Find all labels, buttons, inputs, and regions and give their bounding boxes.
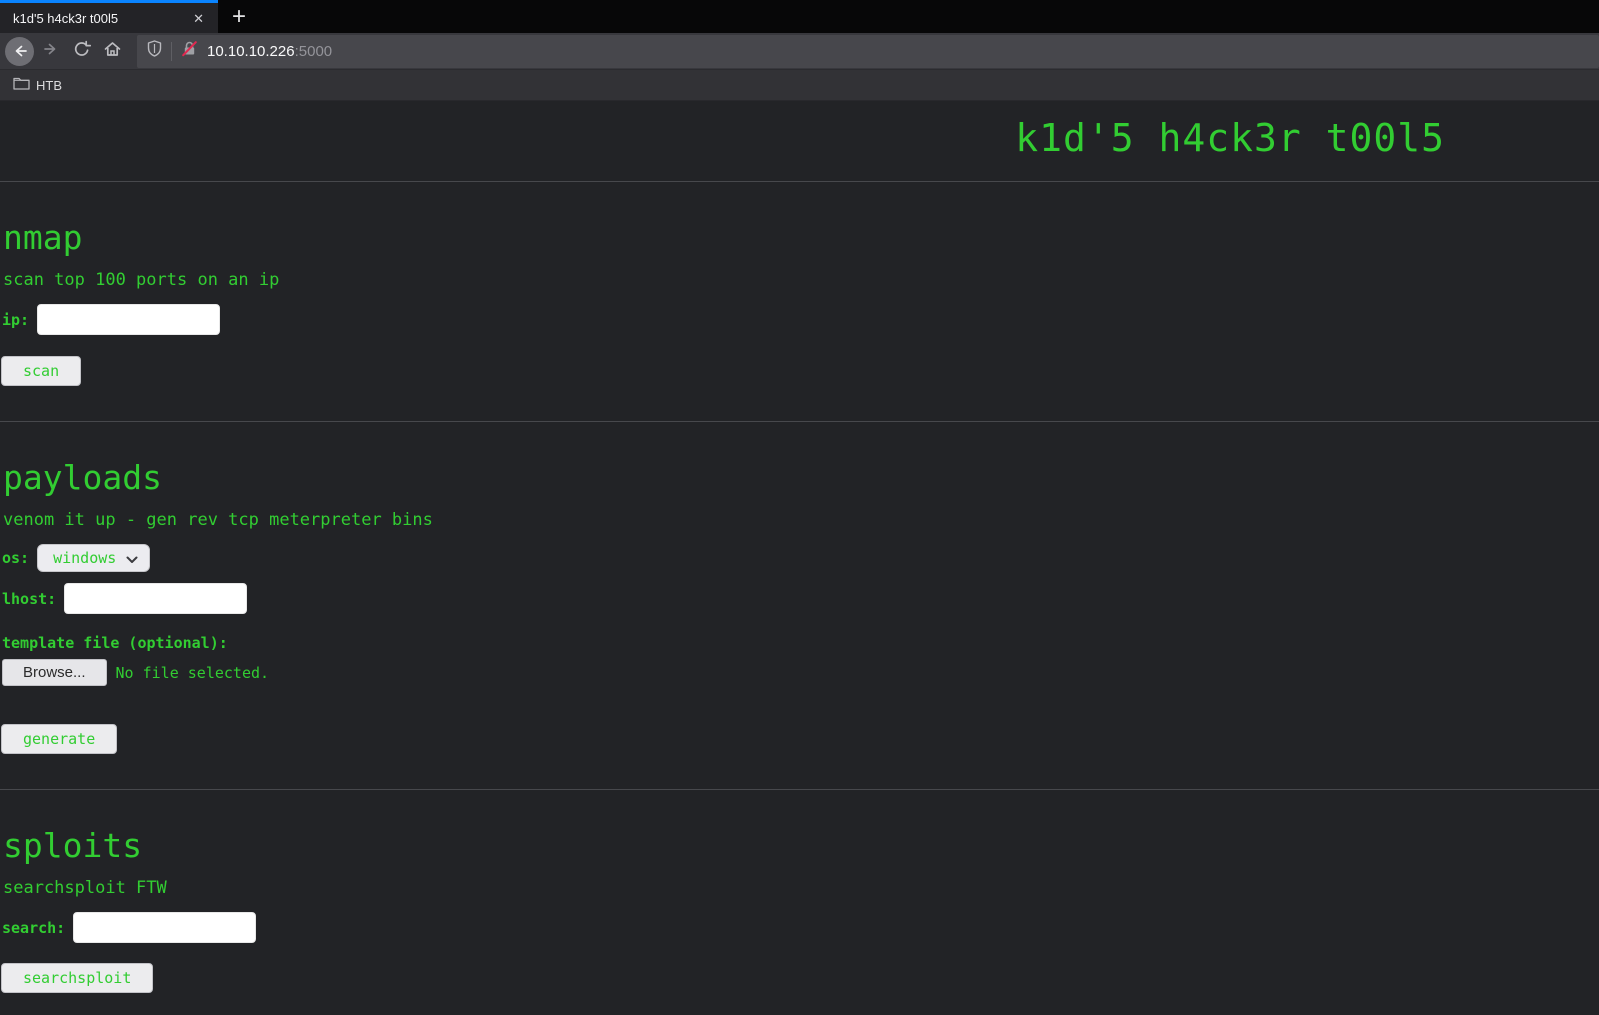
insecure-lock-icon[interactable] [181,40,198,62]
navigation-toolbar: 10.10.10.226 :5000 [0,33,1599,70]
lhost-input[interactable] [64,583,247,614]
search-input[interactable] [73,912,256,943]
bookmarks-toolbar: HTB [0,70,1599,101]
browse-button[interactable]: Browse... [2,659,107,686]
os-select[interactable]: windows [37,544,150,572]
template-file-row: Browse... No file selected. [2,659,1599,686]
scan-button-row: scan [1,356,1599,386]
sploits-subtitle: searchsploit FTW [3,878,1599,898]
template-file-label: template file (optional): [2,634,1599,652]
searchsploit-button-row: searchsploit [1,963,1599,993]
nmap-heading: nmap [3,218,1599,257]
os-selected-value: windows [53,549,116,567]
folder-icon [13,76,30,95]
search-label: search: [2,919,65,937]
nmap-section: nmap scan top 100 ports on an ip ip: sca… [0,218,1599,422]
reload-icon [73,40,91,62]
bookmark-label: HTB [36,78,62,93]
payloads-heading: payloads [3,458,1599,497]
reload-button[interactable] [66,36,97,67]
page-header: k1d'5 h4ck3r t00l5 [0,101,1599,182]
section-divider [0,789,1599,790]
lhost-label: lhost: [2,590,56,608]
generate-button-row: generate [1,724,1599,754]
forward-button[interactable] [35,36,66,67]
address-bar[interactable]: 10.10.10.226 :5000 [137,35,1599,68]
file-status-text: No file selected. [116,664,270,682]
os-row: os: windows [2,544,1599,572]
page-title: k1d'5 h4ck3r t00l5 [0,101,1599,160]
forward-icon [42,40,60,62]
lhost-row: lhost: [2,583,1599,614]
chevron-down-icon [126,549,138,568]
tab-title: k1d'5 h4ck3r t00l5 [0,11,190,26]
os-label: os: [2,549,29,567]
payloads-subtitle: venom it up - gen rev tcp meterpreter bi… [3,510,1599,530]
browser-tab[interactable]: k1d'5 h4ck3r t00l5 ✕ [0,0,218,33]
ip-label: ip: [2,311,29,329]
url-port: :5000 [295,43,333,60]
new-tab-button[interactable]: + [223,2,255,32]
payloads-section: payloads venom it up - gen rev tcp meter… [0,458,1599,790]
search-row: search: [2,912,1599,943]
back-icon [5,37,34,66]
url-host: 10.10.10.226 [207,43,295,60]
nmap-subtitle: scan top 100 ports on an ip [3,270,1599,290]
urlbar-divider [171,42,172,61]
web-page: k1d'5 h4ck3r t00l5 nmap scan top 100 por… [0,101,1599,1015]
ip-input[interactable] [37,304,220,335]
tab-close-icon[interactable]: ✕ [190,9,207,28]
tab-bar: k1d'5 h4ck3r t00l5 ✕ + [0,0,1599,33]
back-button[interactable] [4,36,35,67]
scan-button[interactable]: scan [1,356,81,386]
ip-row: ip: [2,304,1599,335]
section-divider [0,421,1599,422]
sploits-section: sploits searchsploit FTW search: searchs… [0,826,1599,993]
home-button[interactable] [97,36,128,67]
sploits-heading: sploits [3,826,1599,865]
shield-icon[interactable] [147,40,162,62]
searchsploit-button[interactable]: searchsploit [1,963,153,993]
generate-button[interactable]: generate [1,724,117,754]
home-icon [103,40,122,62]
bookmark-folder-htb[interactable]: HTB [13,76,62,95]
